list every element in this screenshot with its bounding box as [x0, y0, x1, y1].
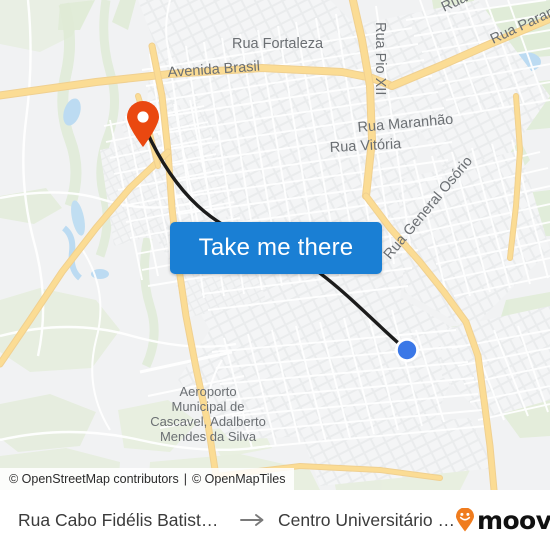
- svg-text:Municipal de: Municipal de: [172, 399, 245, 414]
- map-canvas[interactable]: Rua Fortaleza Avenida Brasil Rua Pio XII…: [0, 0, 550, 490]
- footer-destination-label[interactable]: Centro Universitário …: [278, 510, 455, 531]
- svg-text:Mendes da Silva: Mendes da Silva: [160, 429, 257, 444]
- take-me-there-button[interactable]: Take me there: [170, 222, 382, 274]
- footer-origin-label[interactable]: Rua Cabo Fidélis Batista D…: [18, 510, 228, 531]
- moovit-route-screen: Rua Fortaleza Avenida Brasil Rua Pio XII…: [0, 0, 550, 550]
- moovit-logo[interactable]: moovit: [455, 508, 550, 533]
- svg-text:Aeroporto: Aeroporto: [179, 384, 236, 399]
- moovit-wordmark: moovit: [477, 505, 550, 535]
- attribution-openmaptiles[interactable]: © OpenMapTiles: [192, 472, 286, 486]
- location-dot-icon: [395, 338, 419, 362]
- origin-dot-marker[interactable]: [393, 336, 421, 364]
- map-attribution: © OpenStreetMap contributors | © OpenMap…: [0, 468, 295, 490]
- attribution-separator: |: [183, 472, 187, 486]
- arrow-right-icon: [240, 513, 266, 527]
- moovit-pin-icon: [455, 508, 475, 532]
- destination-pin-marker[interactable]: [125, 100, 161, 148]
- map-pin-icon: [127, 101, 159, 147]
- attribution-osm[interactable]: © OpenStreetMap contributors: [9, 472, 179, 486]
- map-label-rua-pio-xii: Rua Pio XII: [372, 22, 388, 95]
- map-label-rua-fortaleza: Rua Fortaleza: [232, 36, 324, 52]
- route-footer-bar: Rua Cabo Fidélis Batista D… Centro Unive…: [0, 490, 550, 550]
- svg-text:Cascavel, Adalberto: Cascavel, Adalberto: [150, 414, 266, 429]
